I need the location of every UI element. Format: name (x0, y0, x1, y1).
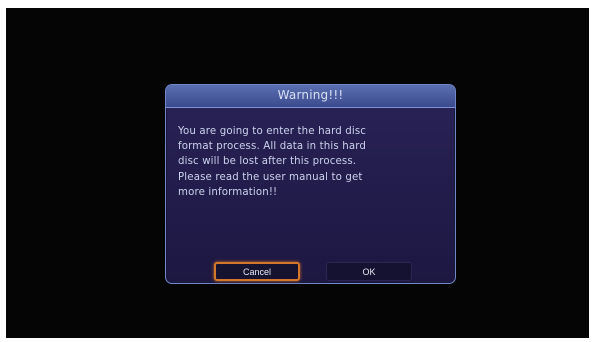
ok-button[interactable]: OK (326, 262, 412, 281)
cancel-button[interactable]: Cancel (214, 262, 300, 281)
dialog-message: You are going to enter the hard disc for… (178, 126, 367, 198)
dialog-title: Warning!!! (277, 88, 344, 102)
tv-screen: Warning!!! You are going to enter the ha… (6, 8, 589, 338)
warning-dialog: Warning!!! You are going to enter the ha… (165, 84, 456, 284)
dialog-title-bar: Warning!!! (166, 85, 455, 108)
